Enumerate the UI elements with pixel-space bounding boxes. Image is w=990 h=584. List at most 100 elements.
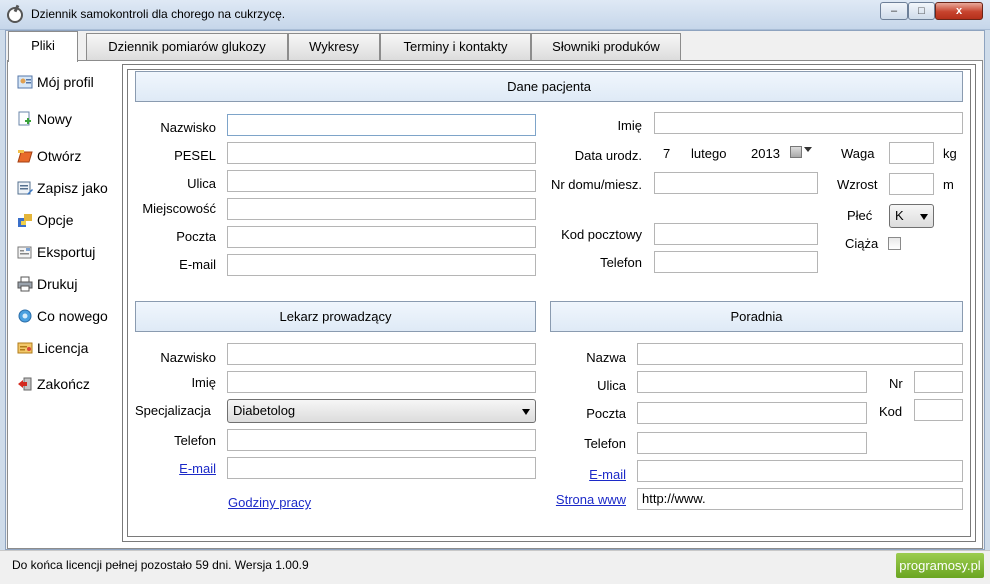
clinic-email-input[interactable] [637, 460, 963, 482]
patient-surname-label: Nazwisko [160, 120, 216, 135]
sidebar-label: Zakończ [37, 376, 90, 392]
patient-house-label: Nr domu/miesz. [550, 177, 642, 192]
doctor-specialization-value: Diabetolog [233, 403, 296, 418]
patient-post-input[interactable] [227, 226, 536, 248]
patient-firstname-input[interactable] [654, 112, 963, 134]
tab-dziennik[interactable]: Dziennik pomiarów glukozy [86, 33, 288, 60]
sidebar-item-export[interactable]: Eksportuj [17, 241, 95, 263]
calendar-icon[interactable] [790, 146, 802, 158]
sidebar-label: Opcje [37, 212, 74, 228]
sidebar-label: Drukuj [37, 276, 78, 292]
status-text: Do końca licencji pełnej pozostało 59 dn… [12, 558, 309, 572]
patient-zip-input[interactable] [654, 223, 818, 245]
clinic-name-label: Nazwa [586, 350, 626, 365]
doctor-surname-input[interactable] [227, 343, 536, 365]
sidebar-label: Zapisz jako [37, 180, 108, 196]
weight-unit: kg [943, 146, 957, 161]
patient-zip-label: Kod pocztowy [561, 227, 642, 242]
clinic-post-label: Poczta [586, 406, 626, 421]
sidebar-item-new[interactable]: Nowy [17, 108, 72, 130]
patient-pesel-input[interactable] [227, 142, 536, 164]
height-input[interactable] [889, 173, 934, 195]
weight-input[interactable] [889, 142, 934, 164]
clinic-section-header: Poradnia [550, 301, 963, 332]
tab-terminy[interactable]: Terminy i kontakty [380, 33, 531, 60]
patient-surname-input[interactable] [227, 114, 536, 136]
clinic-website-link[interactable]: Strona www [540, 492, 626, 507]
tab-wykresy[interactable]: Wykresy [288, 33, 380, 60]
sidebar-item-print[interactable]: Drukuj [17, 273, 77, 295]
chevron-down-icon [522, 409, 530, 415]
doctor-firstname-input[interactable] [227, 371, 536, 393]
save-as-icon [17, 180, 33, 196]
pregnancy-checkbox[interactable] [888, 237, 901, 250]
close-button[interactable]: x [935, 2, 983, 20]
exit-icon [17, 376, 33, 392]
minimize-button[interactable]: ‒ [880, 2, 908, 20]
sex-select[interactable]: K [889, 204, 934, 228]
doctor-section-header: Lekarz prowadzący [135, 301, 536, 332]
patient-phone-input[interactable] [654, 251, 818, 273]
clinic-zip-input[interactable] [914, 399, 963, 421]
doctor-hours-link[interactable]: Godziny pracy [228, 495, 311, 510]
sidebar-item-whats-new[interactable]: Co nowego [17, 305, 108, 327]
patient-city-input[interactable] [227, 198, 536, 220]
sex-label: Płeć [847, 208, 873, 223]
pregnancy-label: Ciąża [845, 236, 879, 251]
patient-post-label: Poczta [176, 229, 216, 244]
patient-city-label: Miejscowość [142, 201, 216, 216]
sidebar-item-open[interactable]: Otwórz [17, 145, 81, 167]
whats-new-icon [17, 308, 33, 324]
clinic-street-input[interactable] [637, 371, 867, 393]
clinic-zip-label: Kod [879, 404, 903, 419]
clinic-website-input[interactable]: http://www. [637, 488, 963, 510]
license-icon [17, 340, 33, 356]
height-label: Wzrost [837, 177, 878, 192]
export-icon [17, 244, 33, 260]
clinic-number-input[interactable] [914, 371, 963, 393]
sidebar-label: Eksportuj [37, 244, 96, 260]
patient-email-label: E-mail [179, 257, 216, 272]
chevron-down-icon[interactable] [804, 147, 812, 152]
sidebar-item-license[interactable]: Licencja [17, 337, 88, 359]
window-title: Dziennik samokontroli dla chorego na cuk… [31, 7, 286, 21]
profile-icon [17, 74, 33, 90]
maximize-button[interactable]: □ [908, 2, 935, 20]
sidebar-item-profile[interactable]: Mój profil [17, 71, 94, 93]
patient-firstname-label: Imię [617, 118, 642, 133]
sidebar-item-save-as[interactable]: Zapisz jako [17, 177, 108, 199]
clinic-phone-input[interactable] [637, 432, 867, 454]
height-unit: m [943, 177, 954, 192]
clinic-email-link[interactable]: E-mail [560, 467, 626, 482]
chevron-down-icon [920, 214, 928, 220]
tab-pliki[interactable]: Pliki [8, 31, 78, 62]
patient-street-input[interactable] [227, 170, 536, 192]
sidebar-label: Mój profil [37, 74, 94, 90]
clinic-street-label: Ulica [597, 378, 626, 393]
patient-phone-label: Telefon [600, 255, 642, 270]
open-icon [17, 148, 33, 164]
sidebar-item-options[interactable]: Opcje [17, 209, 74, 231]
patient-section-header: Dane pacjenta [135, 71, 963, 102]
doctor-phone-label: Telefon [174, 433, 216, 448]
doctor-phone-input[interactable] [227, 429, 536, 451]
birthdate-year: 2013 [751, 146, 780, 161]
sidebar-label: Licencja [37, 340, 89, 356]
weight-label: Waga [841, 146, 875, 161]
clinic-post-input[interactable] [637, 402, 867, 424]
clinic-phone-label: Telefon [584, 436, 626, 451]
patient-house-input[interactable] [654, 172, 818, 194]
doctor-email-input[interactable] [227, 457, 536, 479]
patient-birthdate-label: Data urodz. [574, 148, 642, 163]
sidebar-item-exit[interactable]: Zakończ [17, 373, 90, 395]
brand-badge: programosy.pl [896, 553, 984, 578]
doctor-specialization-select[interactable]: Diabetolog [227, 399, 536, 423]
tab-slowniki[interactable]: Słowniki produków [531, 33, 681, 60]
patient-email-input[interactable] [227, 254, 536, 276]
clinic-name-input[interactable] [637, 343, 963, 365]
doctor-email-link[interactable]: E-mail [140, 461, 216, 476]
birthdate-day: 7 [663, 146, 671, 161]
doctor-firstname-label: Imię [191, 375, 216, 390]
sidebar-label: Co nowego [37, 308, 108, 324]
sidebar-label: Otwórz [37, 148, 82, 164]
